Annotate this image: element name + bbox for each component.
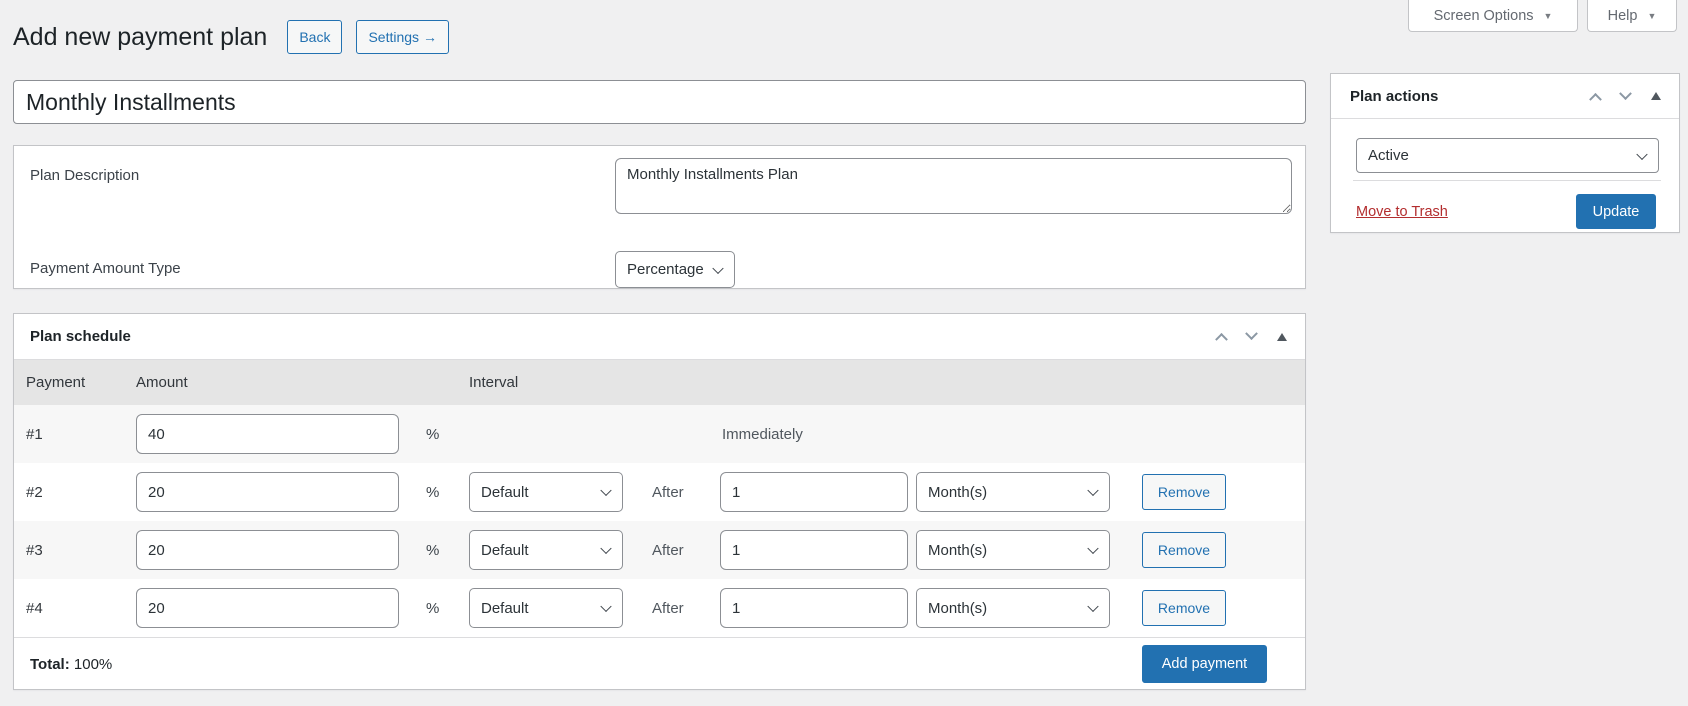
move-up-icon[interactable] — [1215, 332, 1228, 346]
chevron-down-icon — [1087, 600, 1099, 613]
add-payment-button[interactable]: Add payment — [1142, 645, 1267, 683]
remove-button[interactable]: Remove — [1142, 532, 1226, 568]
help-tab[interactable]: Help ▼ — [1587, 0, 1677, 32]
plan-title-input[interactable] — [13, 80, 1306, 124]
interval-type-select[interactable]: Default — [469, 472, 623, 512]
amount-input[interactable] — [136, 588, 399, 628]
move-to-trash-link[interactable]: Move to Trash — [1356, 204, 1448, 220]
payment-number: #1 — [26, 425, 43, 443]
amount-input[interactable] — [136, 414, 399, 454]
interval-type-value: Default — [481, 599, 529, 617]
plan-schedule-title: Plan schedule — [30, 328, 131, 345]
panel-handle-actions — [1589, 86, 1665, 106]
interval-type-select[interactable]: Default — [469, 530, 623, 570]
plan-schedule-panel: Plan schedule Payment Amount Interval #1… — [13, 313, 1306, 690]
chevron-down-icon — [712, 262, 724, 274]
after-amount-input[interactable] — [720, 588, 908, 628]
interval-unit-select[interactable]: Month(s) — [916, 588, 1110, 628]
table-row: #4 % Default After Month(s) Remove — [14, 579, 1305, 637]
description-label: Plan Description — [30, 167, 140, 184]
payment-number: #3 — [26, 541, 43, 559]
plan-details-panel: Plan Description Monthly Installments Pl… — [13, 145, 1306, 289]
after-label: After — [652, 483, 684, 501]
interval-unit-value: Month(s) — [928, 599, 988, 617]
total-text: Total: 100% — [30, 656, 112, 673]
chevron-down-icon — [1087, 484, 1099, 497]
total-label: Total: — [30, 655, 70, 673]
column-header-amount: Amount — [136, 374, 188, 391]
screen-meta-links: Screen Options ▼ Help ▼ — [1408, 0, 1677, 32]
table-row: #2 % Default After Month(s) Remove — [14, 463, 1305, 521]
chevron-down-icon — [1636, 148, 1648, 160]
interval-unit-select[interactable]: Month(s) — [916, 472, 1110, 512]
chevron-down-icon — [600, 484, 612, 497]
status-select[interactable]: Active — [1356, 138, 1659, 173]
remove-button[interactable]: Remove — [1142, 474, 1226, 510]
status-value: Active — [1368, 147, 1409, 164]
after-label: After — [652, 599, 684, 617]
page-headline: Add new payment plan Back Settings → — [13, 20, 463, 54]
total-value: 100% — [73, 655, 113, 673]
column-header-interval: Interval — [469, 374, 519, 391]
amount-input[interactable] — [136, 472, 399, 512]
interval-unit-value: Month(s) — [928, 483, 988, 501]
description-row: Plan Description Monthly Installments Pl… — [14, 158, 1305, 219]
collapse-toggle-icon[interactable] — [1277, 332, 1287, 341]
after-amount-input[interactable] — [720, 472, 908, 512]
amount-type-row: Payment Amount Type Percentage — [14, 251, 1305, 288]
chevron-down-icon — [1087, 542, 1099, 555]
amount-type-value: Percentage — [627, 261, 704, 278]
plan-actions-body: Active — [1331, 119, 1679, 173]
schedule-table-header: Payment Amount Interval — [14, 360, 1305, 405]
plan-actions-header: Plan actions — [1331, 74, 1679, 119]
plan-schedule-header: Plan schedule — [14, 314, 1305, 360]
column-header-payment: Payment — [26, 374, 86, 391]
screen-options-label: Screen Options — [1433, 7, 1534, 24]
panel-handle-actions — [1215, 327, 1291, 346]
settings-button[interactable]: Settings → — [356, 20, 449, 54]
schedule-table-footer: Total: 100% Add payment — [14, 637, 1305, 690]
interval-type-value: Default — [481, 541, 529, 559]
interval-unit-select[interactable]: Month(s) — [916, 530, 1110, 570]
update-button[interactable]: Update — [1576, 194, 1656, 229]
percent-sign: % — [426, 541, 440, 559]
move-down-icon[interactable] — [1245, 327, 1258, 341]
remove-button[interactable]: Remove — [1142, 590, 1226, 626]
amount-type-select[interactable]: Percentage — [615, 251, 735, 288]
help-label: Help — [1607, 7, 1638, 24]
amount-input[interactable] — [136, 530, 399, 570]
caret-down-icon: ▼ — [1543, 11, 1553, 21]
interval-immediately: Immediately — [722, 425, 803, 443]
amount-type-label: Payment Amount Type — [30, 260, 181, 277]
publishing-actions: Move to Trash Update — [1331, 181, 1679, 229]
interval-type-select[interactable]: Default — [469, 588, 623, 628]
plan-actions-title: Plan actions — [1350, 87, 1439, 105]
collapse-toggle-icon[interactable] — [1651, 92, 1661, 100]
percent-sign: % — [426, 483, 440, 501]
table-row: #3 % Default After Month(s) Remove — [14, 521, 1305, 579]
table-row: #1 % Immediately — [14, 405, 1305, 463]
move-up-icon[interactable] — [1589, 92, 1602, 106]
caret-down-icon: ▼ — [1647, 11, 1657, 21]
description-field-wrap: Monthly Installments Plan — [615, 158, 1292, 219]
move-down-icon[interactable] — [1619, 86, 1632, 100]
percent-sign: % — [426, 425, 440, 443]
payment-number: #2 — [26, 483, 43, 501]
description-textarea[interactable]: Monthly Installments Plan — [615, 158, 1292, 214]
admin-page: Screen Options ▼ Help ▼ Add new payment … — [0, 0, 1688, 706]
after-amount-input[interactable] — [720, 530, 908, 570]
after-label: After — [652, 541, 684, 559]
interval-type-value: Default — [481, 483, 529, 501]
chevron-down-icon — [600, 600, 612, 613]
chevron-down-icon — [600, 542, 612, 555]
payment-number: #4 — [26, 599, 43, 617]
plan-actions-panel: Plan actions Active Move to Trash Update — [1330, 73, 1680, 233]
page-title: Add new payment plan — [13, 23, 268, 51]
percent-sign: % — [426, 599, 440, 617]
back-button[interactable]: Back — [287, 20, 343, 54]
interval-unit-value: Month(s) — [928, 541, 988, 559]
screen-options-tab[interactable]: Screen Options ▼ — [1408, 0, 1578, 32]
